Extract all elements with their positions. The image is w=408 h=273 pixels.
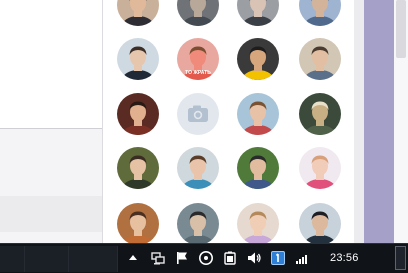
friend-avatar[interactable] (299, 38, 341, 80)
avatar-photo (237, 0, 279, 26)
avatar-photo (117, 147, 159, 189)
system-clock[interactable]: 23:56 (330, 252, 359, 264)
friend-avatar[interactable] (177, 203, 219, 243)
language-icon[interactable] (270, 250, 286, 266)
taskbar: 23:56 (0, 243, 408, 273)
info-icon[interactable] (198, 250, 214, 266)
show-desktop-button[interactable] (395, 246, 406, 270)
tray-expand-icon[interactable] (127, 252, 139, 264)
background-upper-area (0, 0, 102, 128)
speaker-icon[interactable] (246, 250, 262, 266)
background-divider (0, 128, 102, 129)
taskbar-button[interactable] (69, 246, 118, 272)
avatar-photo (117, 38, 159, 80)
avatar-placeholder[interactable] (177, 93, 219, 135)
signal-icon[interactable] (294, 250, 310, 266)
friend-avatar[interactable] (237, 203, 279, 243)
avatar-photo (177, 203, 219, 243)
avatar-photo (299, 203, 341, 243)
avatar-photo: ТО ЖРАТЬ (177, 38, 219, 80)
avatar-photo (299, 0, 341, 26)
taskbar-button[interactable] (25, 246, 69, 272)
friend-avatar[interactable] (117, 0, 159, 26)
taskbar-button[interactable] (0, 246, 25, 272)
camera-icon (188, 105, 208, 122)
friend-avatar[interactable] (117, 147, 159, 189)
background-band (0, 196, 102, 232)
scrollbar-thumb[interactable] (396, 0, 406, 58)
side-panel (364, 0, 394, 243)
friend-avatar[interactable] (237, 0, 279, 26)
flag-icon[interactable] (174, 250, 190, 266)
battery-icon[interactable] (222, 250, 238, 266)
avatar-photo (117, 93, 159, 135)
avatar-photo (299, 93, 341, 135)
friend-avatar[interactable] (237, 38, 279, 80)
friend-avatar[interactable] (177, 0, 219, 26)
friends-avatar-grid: ТО ЖРАТЬ (102, 0, 354, 243)
scrollbar[interactable] (394, 0, 408, 243)
friend-avatar[interactable] (299, 147, 341, 189)
avatar-photo (299, 147, 341, 189)
friend-avatar[interactable] (117, 93, 159, 135)
avatar-photo (237, 147, 279, 189)
avatar-photo (237, 203, 279, 243)
friend-avatar[interactable] (299, 93, 341, 135)
friend-avatar[interactable] (177, 147, 219, 189)
avatar-caption: ТО ЖРАТЬ (185, 70, 211, 76)
avatar-photo (117, 0, 159, 26)
network-icon[interactable] (150, 250, 166, 266)
friend-avatar[interactable] (237, 147, 279, 189)
avatar-photo (237, 93, 279, 135)
avatar-photo (299, 38, 341, 80)
avatar-photo (177, 0, 219, 26)
friend-avatar[interactable] (117, 38, 159, 80)
avatar-photo (177, 147, 219, 189)
avatar-photo (117, 203, 159, 243)
avatar-photo (237, 38, 279, 80)
friend-avatar[interactable] (299, 203, 341, 243)
friend-avatar[interactable] (117, 203, 159, 243)
background-panel (0, 0, 102, 243)
friend-avatar[interactable] (237, 93, 279, 135)
friend-avatar[interactable] (299, 0, 341, 26)
friend-avatar[interactable]: ТО ЖРАТЬ (177, 38, 219, 80)
right-strip (354, 0, 364, 243)
